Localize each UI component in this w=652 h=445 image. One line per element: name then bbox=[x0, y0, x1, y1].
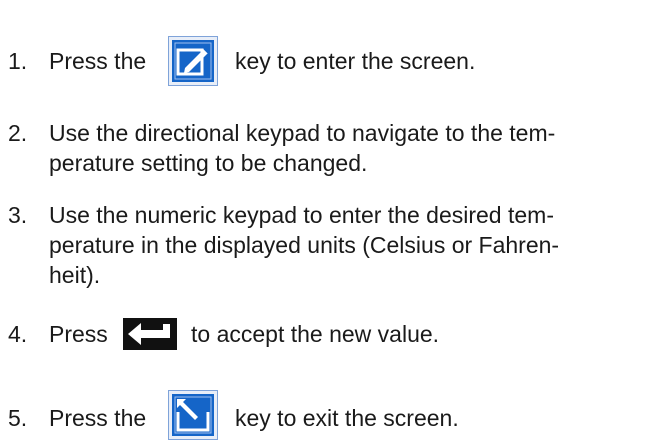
edit-screen-key-icon bbox=[168, 36, 218, 86]
step-text-after-icon: key to enter the screen. bbox=[235, 48, 476, 74]
step-text-after-icon: to accept the new value. bbox=[191, 321, 440, 347]
step-number: 3. bbox=[8, 202, 28, 228]
step-text-line: perature in the displayed units (Celsius… bbox=[49, 232, 560, 258]
step-text-line: Use the directional keypad to navigate t… bbox=[49, 120, 556, 146]
exit-screen-key-icon bbox=[168, 390, 218, 440]
step-number: 4. bbox=[8, 321, 28, 347]
step-number: 5. bbox=[8, 405, 28, 431]
step-number: 2. bbox=[8, 120, 28, 146]
step-text-line: Use the numeric keypad to enter the desi… bbox=[49, 202, 554, 228]
step-text-after-icon: key to exit the screen. bbox=[235, 405, 459, 431]
enter-key-icon bbox=[123, 318, 177, 350]
step-text-before-icon: Press the bbox=[49, 48, 147, 74]
step-text-line: perature setting to be changed. bbox=[49, 150, 368, 176]
step-text-line: heit). bbox=[49, 262, 101, 288]
step-number: 1. bbox=[8, 48, 28, 74]
step-text-before-icon: Press the bbox=[49, 405, 147, 431]
step-text-before-icon: Press bbox=[49, 321, 108, 347]
